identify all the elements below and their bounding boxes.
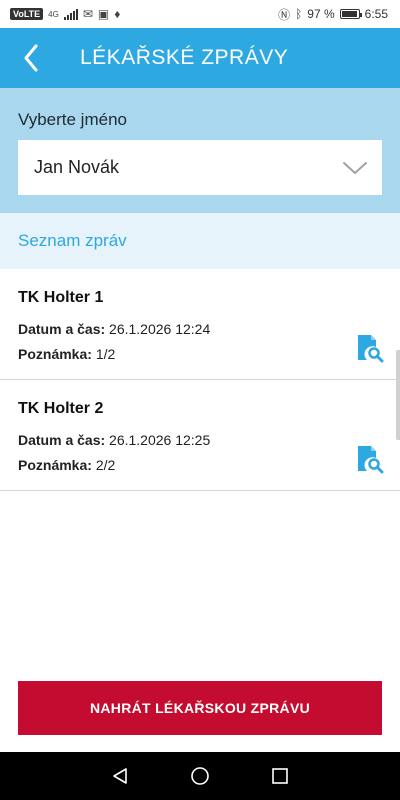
report-note-row: Poznámka: 2/2 bbox=[18, 457, 382, 473]
report-datetime: 26.1.2026 12:24 bbox=[109, 321, 211, 337]
document-search-icon[interactable] bbox=[356, 444, 384, 474]
edge-panel-handle[interactable] bbox=[396, 350, 400, 440]
bluetooth-icon: ᛒ bbox=[295, 7, 303, 21]
report-note-row: Poznámka: 1/2 bbox=[18, 346, 382, 362]
status-bar-left: VoLTE 4G ✉ ▣ ♦ bbox=[10, 7, 120, 21]
signal-icon bbox=[63, 8, 78, 20]
nav-back-button[interactable] bbox=[100, 756, 140, 796]
selected-name: Jan Novák bbox=[34, 157, 120, 177]
network-type: 4G bbox=[48, 9, 59, 19]
nav-home-button[interactable] bbox=[180, 756, 220, 796]
chevron-down-icon bbox=[343, 161, 367, 174]
selector-label: Vyberte jméno bbox=[18, 110, 127, 129]
list-item[interactable]: TK Holter 1 Datum a čas: 26.1.2026 12:24… bbox=[0, 269, 400, 380]
clock: 6:55 bbox=[364, 7, 388, 21]
name-selector-section: Vyberte jméno Jan Novák bbox=[0, 88, 400, 213]
report-list-header: Seznam zpráv bbox=[0, 213, 400, 269]
report-title: TK Holter 1 bbox=[18, 289, 104, 306]
document-search-icon[interactable] bbox=[356, 333, 384, 363]
app-notification-icon: ▣ bbox=[97, 7, 110, 21]
volte-badge: VoLTE bbox=[10, 8, 44, 20]
note-label: Poznámka: bbox=[18, 457, 92, 473]
note-label: Poznámka: bbox=[18, 346, 92, 362]
datetime-label: Datum a čas: bbox=[18, 321, 106, 337]
report-list: TK Holter 1 Datum a čas: 26.1.2026 12:24… bbox=[0, 269, 400, 491]
report-datetime: 26.1.2026 12:25 bbox=[109, 432, 211, 448]
name-dropdown[interactable]: Jan Novák bbox=[18, 140, 382, 195]
report-datetime-row: Datum a čas: 26.1.2026 12:24 bbox=[18, 321, 382, 337]
battery-percent: 97 % bbox=[307, 7, 335, 21]
report-list-title: Seznam zpráv bbox=[18, 231, 127, 250]
report-note: 1/2 bbox=[95, 346, 116, 362]
list-item[interactable]: TK Holter 2 Datum a čas: 26.1.2026 12:25… bbox=[0, 380, 400, 491]
back-button[interactable] bbox=[0, 28, 62, 88]
chevron-left-icon bbox=[24, 44, 38, 72]
battery-icon bbox=[339, 9, 362, 19]
system-nav-bar bbox=[0, 752, 400, 800]
app-bar: LÉKAŘSKÉ ZPRÁVY bbox=[0, 28, 400, 88]
page-title: LÉKAŘSKÉ ZPRÁVY bbox=[80, 46, 289, 69]
report-datetime-row: Datum a čas: 26.1.2026 12:25 bbox=[18, 432, 382, 448]
mail-icon: ✉ bbox=[82, 7, 93, 21]
datetime-label: Datum a čas: bbox=[18, 432, 106, 448]
report-title: TK Holter 2 bbox=[18, 400, 104, 417]
circle-home-icon bbox=[191, 767, 209, 785]
status-bar-right: Ⓝ ᛒ 97 % 6:55 bbox=[278, 6, 388, 23]
nfc-icon: Ⓝ bbox=[278, 7, 291, 22]
twitter-icon: ♦ bbox=[114, 7, 121, 21]
square-recents-icon bbox=[272, 768, 288, 784]
upload-report-button[interactable]: NAHRÁT LÉKAŘSKOU ZPRÁVU bbox=[18, 681, 382, 735]
triangle-back-icon bbox=[113, 768, 127, 784]
nav-recents-button[interactable] bbox=[260, 756, 300, 796]
report-note: 2/2 bbox=[95, 457, 116, 473]
status-bar: VoLTE 4G ✉ ▣ ♦ Ⓝ ᛒ 97 % 6:55 bbox=[0, 0, 400, 28]
